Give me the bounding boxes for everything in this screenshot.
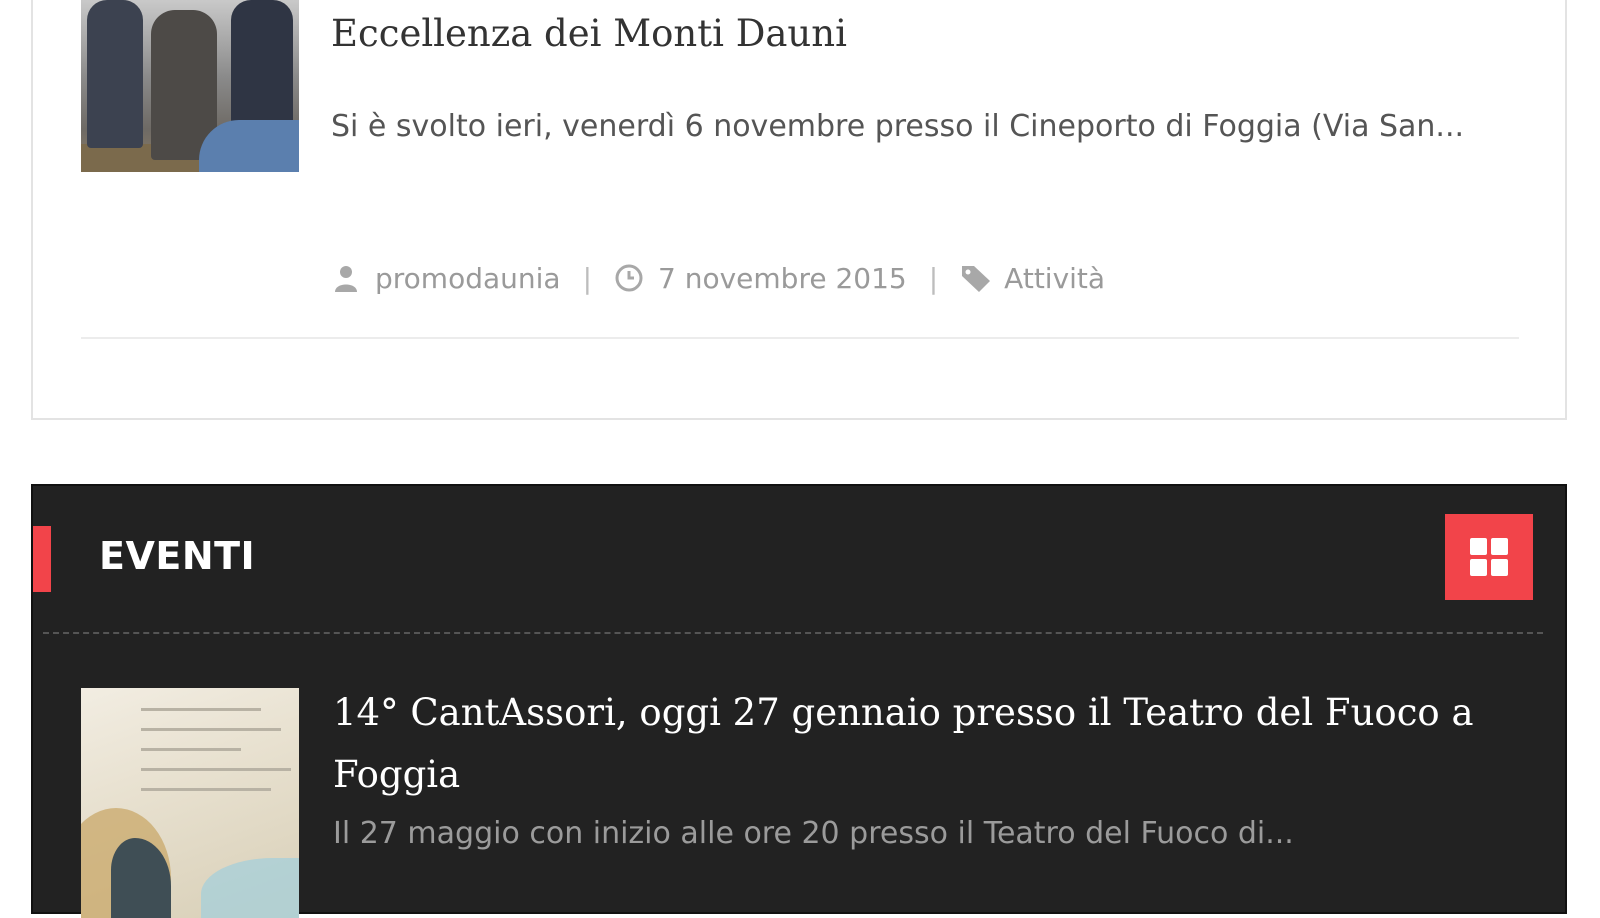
section-accent-bar (33, 526, 51, 592)
thumbnail-person (87, 0, 143, 148)
user-icon (331, 263, 361, 293)
top-article-title[interactable]: Eccellenza dei Monti Dauni (331, 12, 847, 56)
events-section: EVENTI 14° CantAssori, oggi 27 gennaio p… (31, 484, 1567, 918)
event-article-excerpt: Il 27 maggio con inizio alle ore 20 pres… (333, 816, 1294, 851)
thumbnail-person (199, 120, 299, 172)
section-divider (43, 632, 1543, 634)
section-title: EVENTI (99, 534, 256, 578)
thumbnail-text-line (141, 748, 241, 751)
article-divider (81, 337, 1519, 339)
thumbnail-text-line (141, 708, 261, 711)
grid-icon (1470, 538, 1508, 576)
clock-icon (614, 263, 644, 293)
category-link[interactable]: Attività (1004, 262, 1105, 295)
tag-icon (960, 263, 991, 293)
meta-separator: | (928, 261, 939, 295)
post-date: 7 novembre 2015 (658, 261, 907, 295)
thumbnail-text-line (141, 728, 281, 731)
top-article-meta: promodaunia | 7 novembre 2015 | Attività (331, 256, 1105, 300)
meta-separator: | (582, 261, 593, 295)
grid-view-button[interactable] (1445, 514, 1533, 600)
thumbnail-text-line (141, 788, 271, 791)
top-article-excerpt: Si è svolto ieri, venerdì 6 novembre pre… (331, 109, 1465, 144)
top-article-thumbnail[interactable] (81, 0, 299, 172)
event-article-thumbnail[interactable] (81, 688, 299, 918)
event-article-title[interactable]: 14° CantAssori, oggi 27 gennaio presso i… (333, 682, 1533, 806)
thumbnail-wave (201, 858, 299, 918)
author-link[interactable]: promodaunia (375, 262, 561, 295)
thumbnail-text-line (141, 768, 291, 771)
